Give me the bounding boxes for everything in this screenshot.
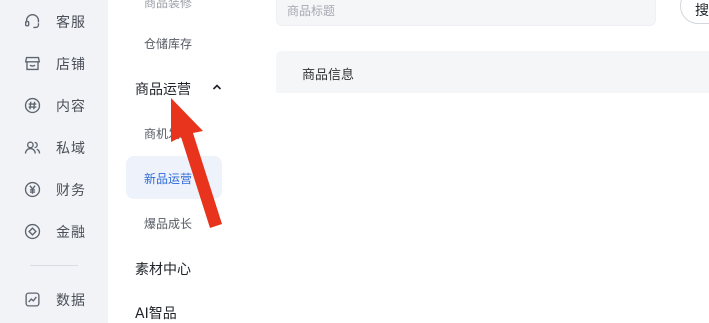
rail-item-data[interactable]: 数据 — [0, 279, 108, 319]
hashtag-icon — [24, 97, 41, 114]
group-product-operations[interactable]: 商品运营 — [135, 79, 191, 99]
sub-item-label: 新品运营 — [144, 172, 193, 186]
sub-item-hot-growth[interactable]: 爆品成长 — [144, 215, 192, 232]
sub-item-inventory[interactable]: 仓储库存 — [144, 35, 192, 52]
yen-icon — [24, 181, 41, 198]
rail-item-label: 私域 — [56, 141, 86, 157]
chevron-up-icon[interactable] — [212, 82, 222, 92]
rail-divider — [30, 265, 78, 266]
rail-item-private-domain[interactable]: 私域 — [0, 127, 108, 167]
rail-item-store[interactable]: 店铺 — [0, 43, 108, 83]
headset-icon — [24, 13, 41, 30]
product-info-header: 商品信息 — [276, 51, 709, 93]
rail-item-label: 金融 — [56, 225, 86, 241]
rail-item-finance[interactable]: 财务 — [0, 169, 108, 209]
rail-item-label: 内容 — [56, 99, 86, 115]
sub-navigation: 商品装修 仓储库存 商品运营 商机发现 新品运营 爆品成长 素材中心 AI智品 — [108, 0, 234, 323]
sub-item-opportunity[interactable]: 商机发现 — [144, 125, 192, 142]
rail-item-label: 财务 — [56, 183, 86, 199]
product-info-title: 商品信息 — [302, 68, 355, 83]
store-icon — [24, 55, 41, 72]
chart-icon — [24, 291, 41, 308]
group-material-center[interactable]: 素材中心 — [135, 259, 191, 279]
search-input[interactable] — [287, 1, 627, 21]
rail-item-label: 数据 — [56, 293, 86, 309]
rail-item-customer-service[interactable]: 客服 — [0, 1, 108, 41]
search-button-label: 搜 — [695, 3, 709, 19]
sub-item-new-product-ops[interactable]: 新品运营 — [126, 156, 222, 199]
product-title-search — [276, 0, 656, 26]
rail-item-banking[interactable]: 金融 — [0, 211, 108, 251]
sub-item-product-decoration[interactable]: 商品装修 — [144, 0, 192, 11]
rail-item-label: 店铺 — [56, 57, 86, 73]
icon-rail: 客服 店铺 内容 私域 财务 金融 数据 — [0, 0, 108, 323]
group-ai-product[interactable]: AI智品 — [135, 303, 177, 323]
search-button[interactable]: 搜 — [680, 0, 709, 24]
rail-item-content[interactable]: 内容 — [0, 85, 108, 125]
users-icon — [24, 139, 41, 156]
finance-icon — [24, 223, 41, 240]
rail-item-label: 客服 — [56, 15, 86, 31]
